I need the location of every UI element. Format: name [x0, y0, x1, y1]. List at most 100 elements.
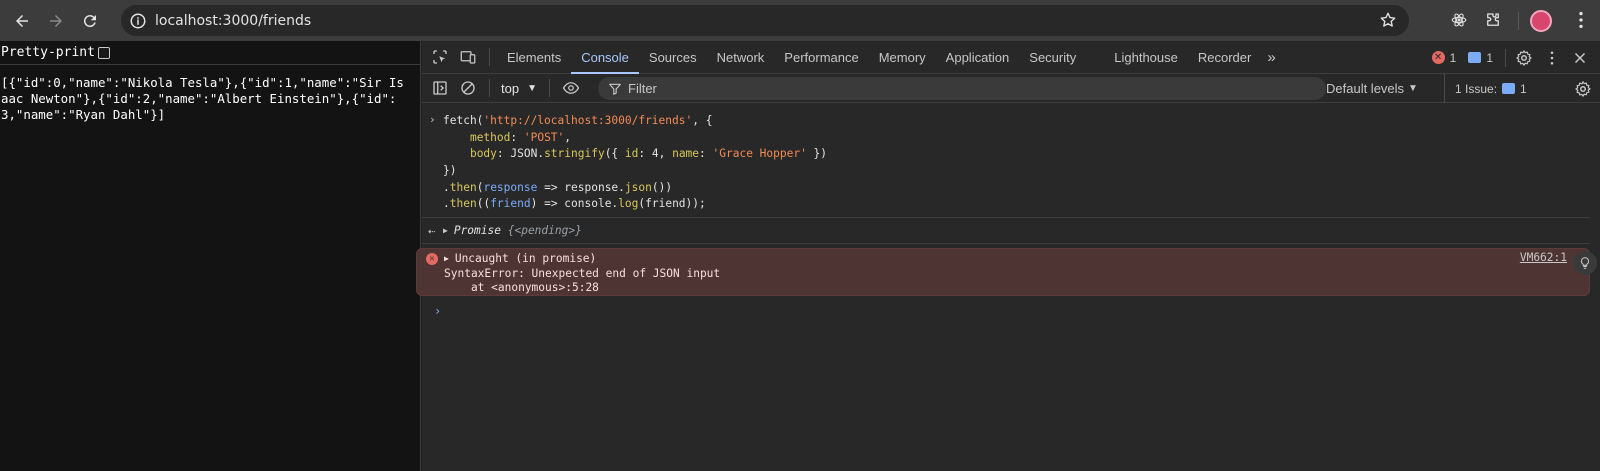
issue-icon [1502, 83, 1516, 94]
devtools-tabbar-right: ✕ 1 1 [1431, 41, 1600, 74]
site-info-icon[interactable] [129, 12, 147, 30]
address-bar[interactable]: localhost:3000/friends [121, 5, 1409, 36]
url-text[interactable]: localhost:3000/friends [155, 13, 311, 29]
tab-application[interactable]: Application [936, 41, 1020, 74]
error-stack-location: at <anonymous>:5:28 [444, 281, 599, 295]
bookmark-star-icon[interactable] [1379, 11, 1397, 29]
filter-icon [609, 83, 621, 95]
close-icon [1574, 52, 1586, 63]
profile-avatar[interactable] [1530, 10, 1552, 32]
console-prompt-row[interactable]: › [422, 298, 1600, 324]
block-icon [461, 81, 475, 95]
code-line: }) [443, 164, 457, 178]
devtools-panel: Elements Console Sources Network Perform… [416, 41, 1600, 471]
devtools-close-button[interactable] [1566, 44, 1594, 72]
issues-counter[interactable]: 1 Issue: 1 [1444, 74, 1527, 103]
puzzle-icon [1487, 13, 1499, 26]
gear-icon [1516, 49, 1532, 66]
tab-performance[interactable]: Performance [774, 41, 868, 74]
tab-console[interactable]: Console [571, 41, 639, 74]
more-vert-icon[interactable] [1570, 9, 1592, 31]
error-icon: ✕ [426, 253, 438, 266]
issues-count: 1 [1520, 81, 1527, 96]
expand-triangle-icon[interactable]: ▶ [443, 218, 448, 244]
device-toolbar-button[interactable] [454, 43, 482, 71]
caret-down-icon: ▼ [1408, 83, 1418, 94]
code-line: fetch('http://localhost:3000/friends', { [443, 114, 713, 127]
context-select[interactable]: top ▼ [501, 81, 537, 96]
inspect-element-button[interactable] [426, 43, 454, 71]
expand-triangle-icon[interactable]: ▶ [444, 252, 449, 267]
tab-memory[interactable]: Memory [869, 41, 936, 74]
message-count: 1 [1486, 50, 1493, 65]
console-settings-button[interactable] [1572, 78, 1594, 100]
error-message: SyntaxError: Unexpected end of JSON inpu… [444, 266, 721, 280]
devtools-more-button[interactable] [1538, 44, 1566, 72]
tabbar-divider [489, 48, 490, 66]
clear-console-button[interactable] [454, 74, 482, 102]
more-tabs-chevron-icon[interactable]: » [1267, 49, 1275, 66]
tab-security[interactable]: Security [1019, 41, 1086, 74]
message-counter[interactable]: 1 [1468, 51, 1493, 65]
log-levels-label: Default levels [1326, 81, 1405, 96]
pretty-print-checkbox[interactable] [97, 46, 110, 59]
code-line: .then((friend) => console.log(friend)); [443, 197, 706, 211]
toolbar-divider [1518, 12, 1519, 30]
code-line: body: JSON.stringify({ id: 4, name: 'Gra… [469, 147, 828, 161]
error-title: Uncaught (in promise) [454, 252, 597, 266]
device-icon [460, 51, 476, 64]
result-arrow-icon: ⇠ [428, 224, 436, 239]
arrow-left-icon [16, 14, 28, 27]
console-filter[interactable] [598, 77, 1326, 100]
pretty-print-label: Pretty-print [1, 45, 95, 60]
live-expression-button[interactable] [557, 74, 585, 102]
tab-sources[interactable]: Sources [639, 41, 707, 74]
issues-label: 1 Issue: [1455, 81, 1498, 96]
console-error-entry[interactable]: ✕ ▶ Uncaught (in promise) SyntaxError: Un… [416, 248, 1597, 297]
eye-icon [562, 82, 580, 94]
sidebar-toggle-button[interactable] [426, 74, 454, 102]
filter-input[interactable] [628, 81, 1308, 96]
tab-network[interactable]: Network [707, 41, 775, 74]
error-count: 1 [1449, 50, 1457, 65]
reload-icon [83, 14, 96, 27]
more-vert-icon [1550, 50, 1554, 65]
console-input-entry: › fetch('http://localhost:3000/friends',… [422, 103, 1590, 219]
lightbulb-icon [1580, 257, 1590, 269]
console-output: › fetch('http://localhost:3000/friends',… [416, 103, 1600, 324]
understand-error-button[interactable] [1573, 251, 1597, 276]
forward-button[interactable] [42, 7, 70, 35]
pretty-print-row: Pretty-print [0, 41, 420, 65]
log-levels-dropdown[interactable]: Default levels ▼ [1326, 74, 1418, 103]
react-icon [1451, 13, 1467, 27]
error-icon: ✕ [1431, 51, 1445, 64]
browser-toolbar: localhost:3000/friends [0, 0, 1600, 41]
inspect-cursor-icon [433, 50, 447, 64]
json-response-text: [{"id":0,"name":"Nikola Tesla"},{"id":1,… [1, 75, 404, 122]
caret-down-icon: ▼ [527, 82, 537, 94]
gear-icon [1575, 81, 1591, 97]
code-line: .then(response => response.json()) [443, 180, 673, 194]
extensions-button[interactable] [1480, 7, 1506, 33]
tab-recorder[interactable]: Recorder [1188, 41, 1261, 74]
tab-lighthouse[interactable]: Lighthouse [1104, 41, 1188, 74]
code-line: method: 'POST', [469, 130, 572, 144]
context-select-value: top [501, 80, 520, 96]
devtools-settings-button[interactable] [1510, 44, 1538, 72]
tab-elements[interactable]: Elements [497, 41, 571, 74]
console-toolbar-divider [489, 79, 490, 97]
back-button[interactable] [8, 7, 36, 35]
devtools-tabbar: Elements Console Sources Network Perform… [422, 41, 1600, 74]
error-source-link[interactable]: VM662:1 [1520, 251, 1567, 264]
reload-button[interactable] [76, 7, 104, 35]
tabbar-divider-right [1505, 48, 1506, 67]
promise-state: {<pending>} [507, 224, 582, 238]
promise-label: Promise [453, 224, 501, 238]
arrow-right-icon [50, 14, 62, 27]
sidebar-icon [433, 81, 447, 95]
error-counter[interactable]: ✕ 1 [1431, 50, 1457, 65]
console-result-entry[interactable]: ⇠ ▶ Promise {<pending>} [422, 218, 1590, 245]
error-title-line: ▶ Uncaught (in promise) [444, 252, 1589, 267]
message-icon [1468, 52, 1482, 63]
react-extension-button[interactable] [1446, 7, 1472, 33]
